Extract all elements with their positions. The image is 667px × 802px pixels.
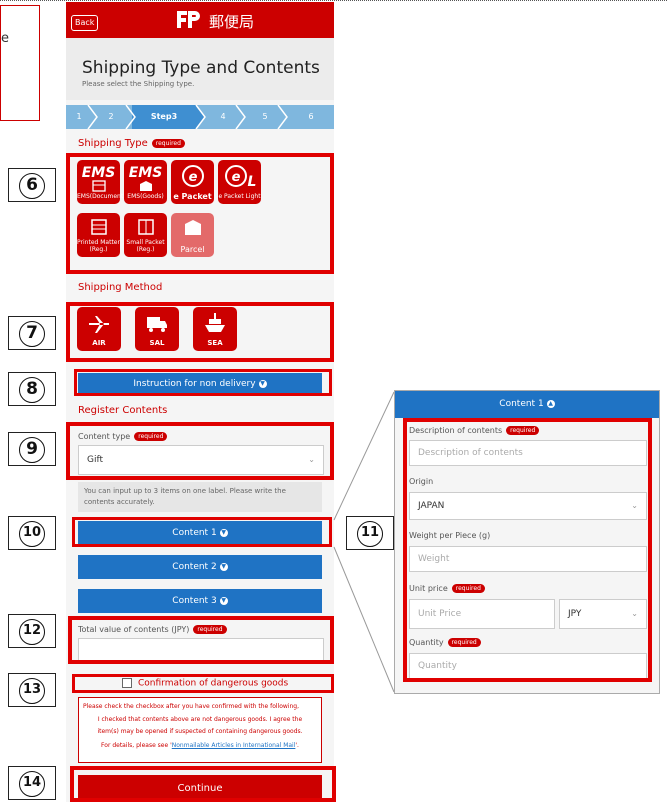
step-indicator: 1 2 Step3 4 5 6	[66, 105, 334, 129]
marker-14: 14	[8, 766, 56, 800]
marker-12: 12	[8, 614, 56, 648]
content-3-toggle[interactable]: Content 3 ▼	[78, 589, 322, 613]
page-title: Shipping Type and Contents	[82, 58, 320, 78]
marker-11: 11	[346, 516, 394, 550]
marker-6: 6	[8, 168, 56, 202]
chevron-down-icon: ▼	[219, 562, 228, 571]
shipping-method-heading: Shipping Method	[78, 282, 163, 293]
register-contents-heading: Register Contents	[78, 405, 168, 416]
callout-text: e	[1, 31, 9, 46]
nonmailable-articles-link[interactable]: Nonmailable Articles in International Ma…	[172, 742, 296, 749]
marker-13: 13	[8, 673, 56, 707]
content-1-zoom-header[interactable]: Content 1 ▲	[395, 391, 659, 418]
highlight-shipping-type	[66, 153, 334, 274]
highlight-continue	[70, 766, 336, 802]
back-button[interactable]: Back	[71, 15, 99, 31]
step-separators	[87, 105, 288, 129]
contents-note: You can input up to 3 items on one label…	[78, 482, 322, 512]
required-badge: required	[151, 138, 185, 148]
shipping-type-heading: Shipping Type required	[78, 138, 185, 149]
japan-post-logo-icon	[177, 11, 200, 28]
marker-10: 10	[8, 516, 56, 550]
callout-box: e	[0, 5, 40, 121]
notice-line-2: I checked that contents above are not da…	[97, 716, 303, 723]
content-2-toggle[interactable]: Content 2 ▼	[78, 555, 322, 579]
brand-name: 郵便局	[209, 13, 255, 31]
chevron-down-icon: ▼	[219, 596, 228, 605]
app-header: Back 郵便局	[66, 2, 334, 38]
content-2-label: Content 2	[172, 562, 217, 572]
highlight-shipping-method	[66, 302, 334, 362]
highlight-non-delivery	[74, 369, 332, 396]
marker-7: 7	[8, 316, 56, 350]
chevron-up-icon: ▲	[546, 399, 555, 408]
notice-line-3: item(s) may be opened if suspected of co…	[97, 728, 303, 735]
notice-line-4: For details, please see 'Nonmailable Art…	[101, 742, 299, 749]
content-3-label: Content 3	[172, 596, 217, 606]
marker-8: 8	[8, 372, 56, 406]
highlight-content-1	[72, 517, 332, 547]
highlight-dangerous-goods	[72, 674, 334, 693]
marker-9: 9	[8, 432, 56, 466]
dangerous-goods-notice: Please check the checkbox after you have…	[78, 697, 322, 763]
highlight-total-value	[68, 616, 334, 664]
highlight-content-1-fields	[403, 418, 652, 682]
dotted-divider	[0, 0, 667, 1]
shipping-type-label: Shipping Type	[78, 138, 148, 149]
highlight-content-type	[66, 422, 334, 480]
page-subtitle: Please select the Shipping type.	[82, 80, 195, 88]
notice-line-1: Please check the checkbox after you have…	[83, 703, 300, 710]
